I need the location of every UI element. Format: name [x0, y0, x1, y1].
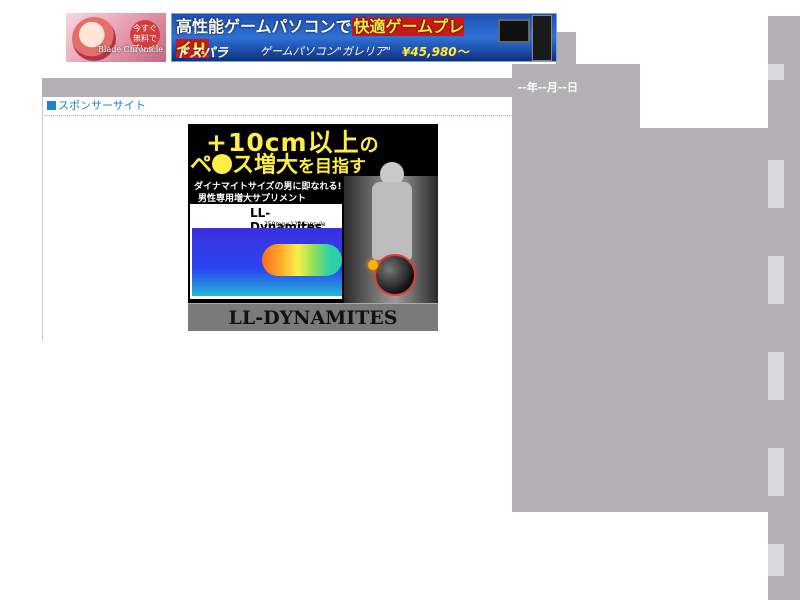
right-edge-stripe	[768, 256, 784, 304]
game-ad-banner[interactable]: 今すぐ無料でプレイ! Blade Chronicle	[66, 13, 166, 62]
content-left-border	[42, 97, 43, 341]
entry-date: --年--月--日	[517, 81, 578, 94]
thermal-image	[192, 228, 342, 296]
sponsor-section-title: スポンサーサイト	[47, 99, 146, 113]
model-photo	[344, 162, 438, 306]
ad-footer: LL-DYNAMITES	[188, 303, 438, 331]
sponsor-title-text: スポンサーサイト	[58, 99, 146, 112]
right-edge-stripe	[768, 352, 784, 400]
banner-price: ¥45,980〜	[402, 45, 469, 59]
game-logo: Blade Chronicle	[98, 45, 164, 54]
right-edge-stripe	[768, 160, 784, 208]
ad-product-spec: 250mg×120Capsule	[264, 221, 326, 228]
ad-footer-text: LL-DYNAMITES	[228, 307, 398, 329]
supplement-ad[interactable]: +10cm以上の ペス増大を目指す ダイナマイトサイズの男に即なれる! 男性専用…	[188, 124, 438, 331]
side-gray-panel-top-left	[556, 32, 576, 66]
ad-headline-2-a: ペ	[190, 153, 213, 178]
ad-headline-2-c: を目指す	[298, 157, 367, 177]
right-edge-stripe	[768, 448, 784, 496]
right-edge-stripe	[768, 544, 784, 576]
side-gray-panel	[512, 128, 800, 512]
right-edge-stripe	[768, 64, 784, 80]
ad-product-box: LL-Dynamites 250mg×120Capsule	[190, 204, 342, 299]
ad-subheading-2: 男性専用増大サプリメント	[198, 194, 307, 204]
banner-brand: ドスパラ	[176, 46, 229, 61]
right-edge-strip	[768, 16, 800, 600]
ad-headline-2-b: ス増大	[232, 153, 299, 178]
pc-ad-banner[interactable]: 高性能ゲームパソコンで 快適ゲームプレイ!! ドスパラ ゲームパソコン"ガレリア"…	[171, 13, 557, 62]
square-bullet-icon	[47, 101, 56, 110]
sponsor-divider	[44, 115, 512, 116]
character-image	[72, 17, 116, 61]
banner-headline: 高性能ゲームパソコンで 快適ゲームプレイ!!	[176, 16, 496, 58]
banner-product: ゲームパソコン"ガレリア"	[260, 45, 391, 58]
censor-dot-icon	[212, 154, 233, 174]
ad-headline-2: ペス増大を目指す	[190, 147, 366, 179]
banner-headline-prefix: 高性能ゲームパソコンで	[176, 17, 352, 36]
pc-image	[498, 15, 552, 61]
